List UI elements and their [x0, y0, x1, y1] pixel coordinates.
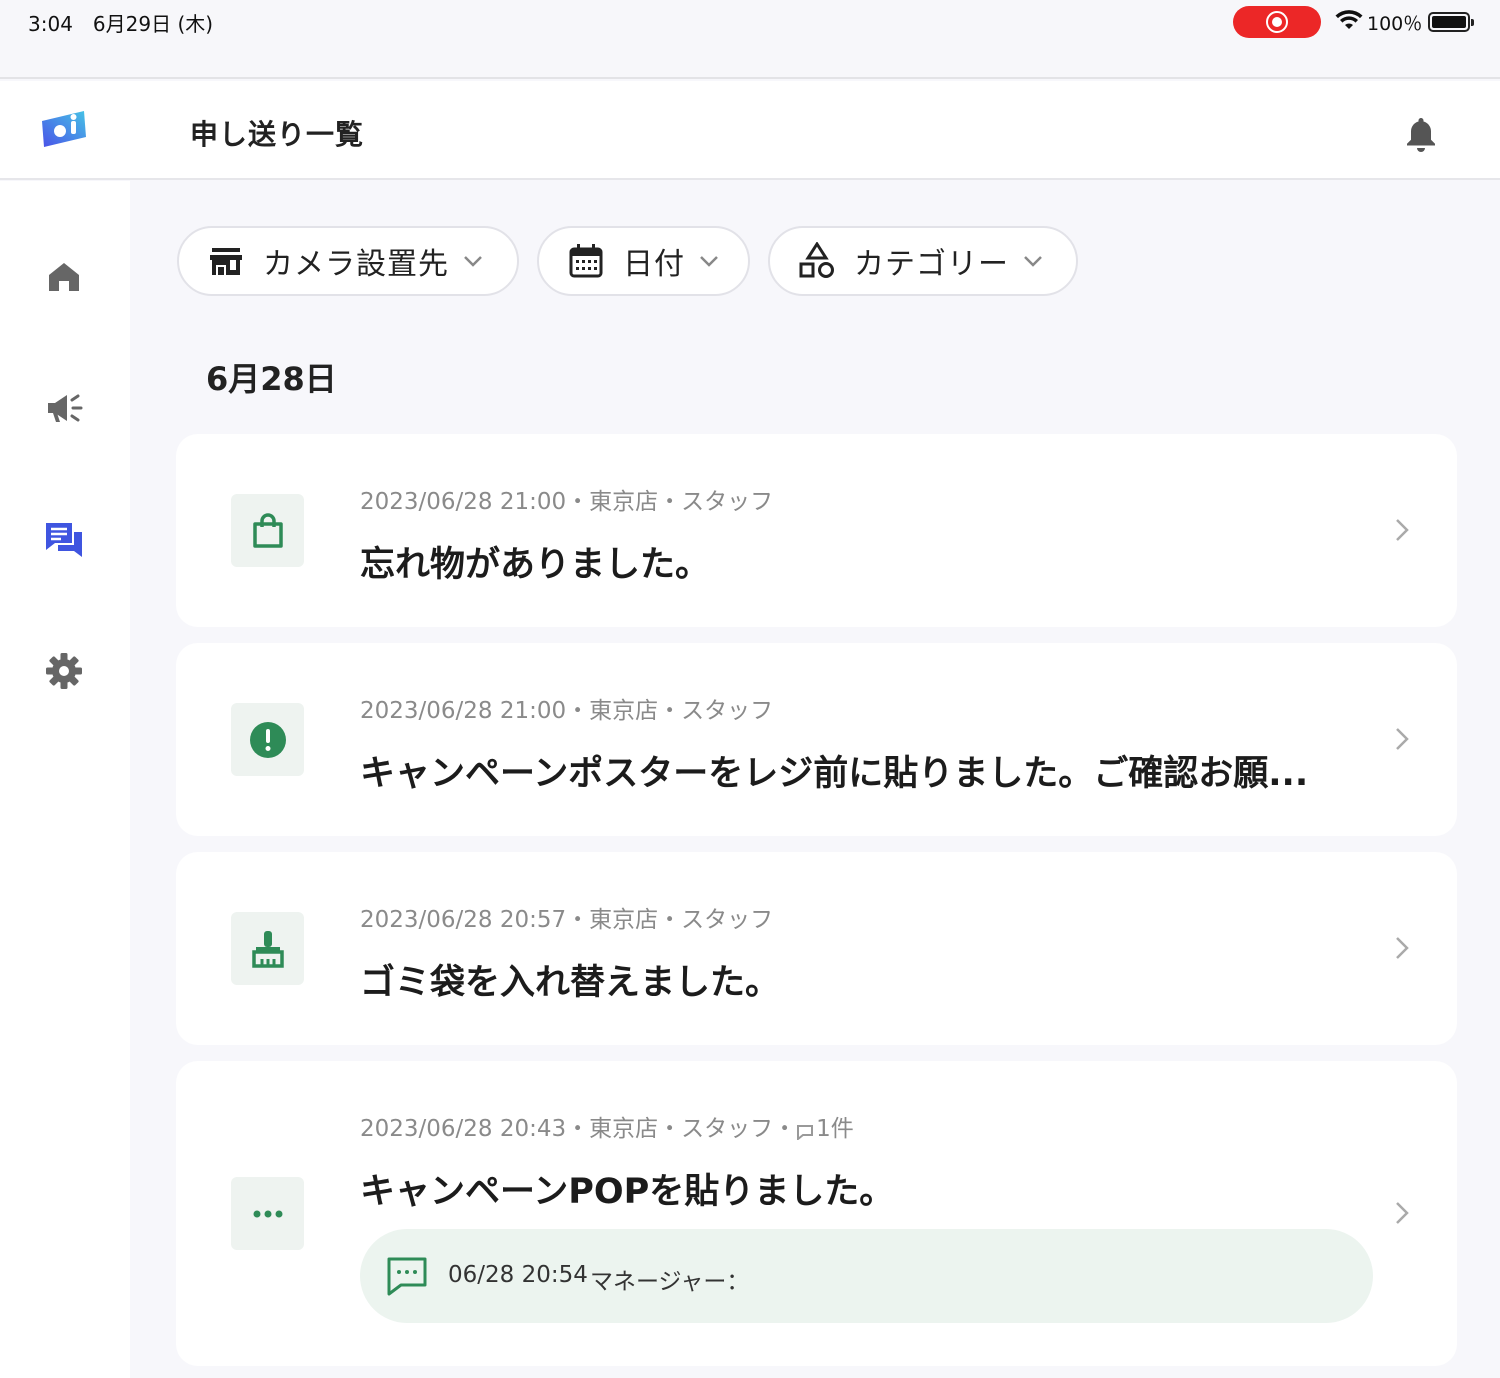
chevron-down-icon	[700, 256, 718, 267]
latest-comment-preview[interactable]: 06/28 20:54 マネージャー：	[360, 1229, 1373, 1323]
chat-icon	[46, 523, 82, 557]
chevron-right-icon	[1396, 1202, 1409, 1224]
chevron-down-icon	[1024, 256, 1042, 267]
status-bar: 3:04 6月29日 (木) 100％	[0, 0, 1500, 79]
filter-date[interactable]: 日付	[537, 226, 750, 296]
card-meta: 2023/06/28 20:43・東京店・スタッフ・ 1件	[360, 1109, 854, 1143]
comment-count-icon	[797, 1125, 814, 1142]
filter-category[interactable]: カテゴリー	[768, 226, 1078, 296]
card-category-badge	[231, 1177, 304, 1250]
screen-recording-indicator[interactable]	[1233, 6, 1321, 38]
battery-icon	[1428, 12, 1474, 32]
card-meta: 2023/06/28 21:00・東京店・スタッフ	[360, 698, 774, 724]
card-category-badge	[231, 494, 304, 567]
filter-date-label: 日付	[623, 247, 685, 282]
list-item[interactable]: 2023/06/28 20:43・東京店・スタッフ・ 1件 キャンペーンPOPを貼…	[176, 1061, 1457, 1366]
comment-icon	[387, 1257, 427, 1296]
card-title: キャンペーンポスターをレジ前に貼りました。ご確認お願...	[360, 754, 1309, 794]
card-meta: 2023/06/28 21:00・東京店・スタッフ	[360, 489, 774, 515]
wifi-icon	[1335, 10, 1363, 29]
app-header: 申し送り一覧	[0, 81, 1500, 180]
comment-time: 06/28 20:54	[448, 1262, 588, 1288]
calendar-icon	[569, 244, 603, 278]
comment-count: 1件	[816, 1116, 854, 1142]
comment-author: マネージャー：	[590, 1269, 750, 1295]
store-icon	[210, 248, 242, 275]
filter-camera-location[interactable]: カメラ設置先	[177, 226, 519, 296]
list-item[interactable]: 2023/06/28 21:00・東京店・スタッフ 忘れ物がありました。	[176, 434, 1457, 627]
chevron-right-icon	[1396, 519, 1409, 541]
chevron-right-icon	[1396, 728, 1409, 750]
card-title: ゴミ袋を入れ替えました。	[360, 963, 781, 1003]
broom-icon	[251, 930, 284, 968]
page-title: 申し送り一覧	[190, 118, 365, 151]
alert-icon	[249, 721, 286, 758]
more-icon	[253, 1210, 282, 1217]
list-item[interactable]: 2023/06/28 21:00・東京店・スタッフ キャンペーンポスターをレジ前…	[176, 643, 1457, 836]
battery-percent: 100％	[1367, 13, 1423, 35]
gear-icon	[46, 653, 82, 689]
category-shapes-icon	[799, 242, 834, 278]
status-time: 3:04 6月29日 (木)	[28, 12, 214, 36]
shopping-bag-icon	[252, 512, 283, 548]
home-icon	[49, 263, 79, 291]
bell-icon[interactable]	[1404, 115, 1438, 153]
list-item[interactable]: 2023/06/28 20:57・東京店・スタッフ ゴミ袋を入れ替えました。	[176, 852, 1457, 1045]
card-meta-text: 2023/06/28 20:43・東京店・スタッフ・	[360, 1116, 797, 1142]
sidebar	[0, 181, 130, 1378]
sidebar-item-handovers[interactable]	[40, 516, 88, 564]
card-category-badge	[231, 912, 304, 985]
sidebar-item-settings[interactable]	[40, 647, 88, 695]
app-logo-icon[interactable]	[40, 107, 88, 151]
date-heading: 6月28日	[206, 360, 337, 398]
chevron-down-icon	[464, 256, 482, 267]
chevron-right-icon	[1396, 937, 1409, 959]
sidebar-item-home[interactable]	[40, 253, 88, 301]
card-title: キャンペーンPOPを貼りました。	[360, 1172, 895, 1212]
card-meta: 2023/06/28 20:57・東京店・スタッフ	[360, 907, 774, 933]
megaphone-icon	[48, 394, 83, 422]
filter-camera-label: カメラ設置先	[263, 247, 449, 282]
sidebar-item-announcements[interactable]	[40, 384, 88, 432]
card-category-badge	[231, 703, 304, 776]
card-title: 忘れ物がありました。	[360, 545, 711, 585]
filter-category-label: カテゴリー	[854, 247, 1009, 282]
